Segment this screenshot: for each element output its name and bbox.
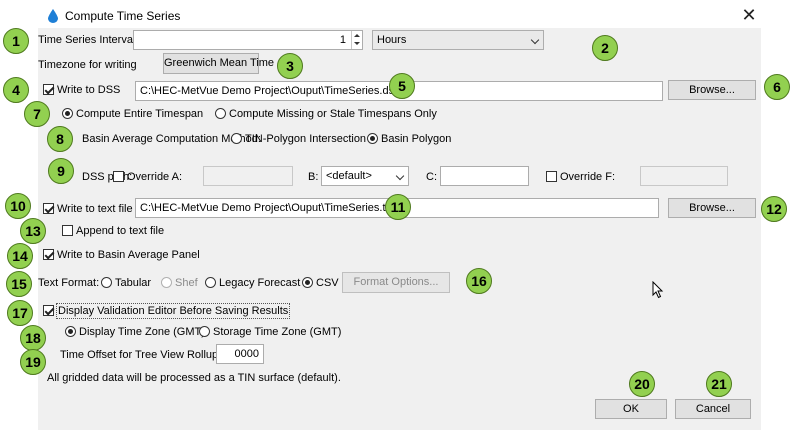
- annotation-badge: 4: [3, 77, 29, 103]
- tin-note: All gridded data will be processed as a …: [47, 372, 341, 384]
- annotation-badge: 5: [389, 73, 415, 99]
- override-f-input[interactable]: [640, 166, 728, 186]
- mouse-cursor-icon: [652, 281, 664, 299]
- b-part-text: <default>: [326, 170, 372, 182]
- write-text-label: Write to text file: [57, 203, 133, 215]
- dss-path-label: DSS path:: [82, 171, 133, 183]
- annotation-badge: 13: [20, 218, 46, 244]
- format-shef-label: Shef: [175, 277, 198, 289]
- format-legacy-radio[interactable]: [205, 277, 216, 288]
- dss-browse-button[interactable]: Browse...: [668, 80, 756, 100]
- append-text-checkbox[interactable]: [62, 225, 73, 236]
- tin-polygon-radio[interactable]: [231, 133, 242, 144]
- annotation-badge: 12: [761, 196, 787, 222]
- text-format-label: Text Format:: [38, 277, 100, 289]
- offset-label: Time Offset for Tree View Rollup:: [60, 349, 222, 361]
- annotation-badge: 19: [20, 349, 46, 375]
- annotation-badge: 16: [466, 268, 492, 294]
- interval-value-text: 1: [339, 34, 346, 46]
- ok-button[interactable]: OK: [595, 399, 667, 419]
- annotation-badge: 18: [20, 325, 46, 351]
- annotation-badge: 11: [385, 194, 411, 220]
- water-drop-icon: [48, 9, 58, 23]
- close-icon[interactable]: ✕: [738, 5, 760, 25]
- annotation-badge: 10: [5, 193, 31, 219]
- cancel-button[interactable]: Cancel: [675, 399, 751, 419]
- display-tz-label: Display Time Zone (GMT): [79, 326, 205, 338]
- annotation-badge: 8: [47, 126, 73, 152]
- annotation-badge: 14: [7, 243, 33, 269]
- timezone-button[interactable]: Greenwich Mean Time: [163, 53, 274, 74]
- override-a-checkbox[interactable]: [113, 171, 124, 182]
- basin-panel-label: Write to Basin Average Panel: [57, 249, 200, 261]
- timezone-label: Timezone for writing: [38, 59, 137, 71]
- window-title: Compute Time Series: [65, 9, 181, 23]
- annotation-badge: 15: [6, 271, 32, 297]
- override-f-label: Override F:: [560, 171, 616, 183]
- offset-input[interactable]: 0000: [216, 344, 264, 364]
- interval-label: Time Series Interval:: [38, 34, 139, 46]
- text-browse-button[interactable]: Browse...: [668, 198, 756, 218]
- interval-unit-text: Hours: [377, 34, 407, 46]
- format-csv-label: CSV: [316, 277, 339, 289]
- c-label: C:: [426, 171, 437, 183]
- basin-polygon-label: Basin Polygon: [381, 133, 452, 145]
- write-dss-label: Write to DSS: [57, 84, 121, 96]
- storage-tz-label: Storage Time Zone (GMT): [213, 326, 342, 338]
- c-part-input[interactable]: [440, 166, 529, 186]
- annotation-badge: 3: [277, 53, 303, 79]
- validation-label: Display Validation Editor Before Saving …: [56, 303, 291, 319]
- compute-entire-label: Compute Entire Timespan: [76, 108, 204, 120]
- storage-tz-radio[interactable]: [199, 326, 210, 337]
- override-a-input[interactable]: [203, 166, 293, 186]
- compute-entire-radio[interactable]: [62, 108, 73, 119]
- b-part-select[interactable]: <default>: [321, 166, 409, 186]
- chevron-down-icon: [530, 35, 540, 45]
- compute-missing-radio[interactable]: [215, 108, 226, 119]
- override-a-label: Override A:: [127, 171, 183, 183]
- annotation-badge: 9: [48, 158, 74, 184]
- annotation-badge: 17: [7, 300, 33, 326]
- validation-checkbox[interactable]: [43, 305, 54, 316]
- interval-unit-select[interactable]: Hours: [372, 30, 544, 50]
- format-tabular-radio[interactable]: [101, 277, 112, 288]
- annotation-badge: 2: [592, 35, 618, 61]
- compute-missing-label: Compute Missing or Stale Timespans Only: [229, 108, 437, 120]
- format-csv-radio[interactable]: [302, 277, 313, 288]
- append-text-label: Append to text file: [76, 225, 165, 237]
- format-legacy-label: Legacy Forecast: [219, 277, 301, 289]
- annotation-badge: 1: [3, 28, 29, 54]
- chevron-down-icon: [395, 171, 405, 181]
- format-tabular-label: Tabular: [115, 277, 152, 289]
- basin-panel-checkbox[interactable]: [43, 249, 54, 260]
- basin-polygon-radio[interactable]: [367, 133, 378, 144]
- tin-polygon-label: TIN-Polygon Intersection: [245, 133, 367, 145]
- write-dss-checkbox[interactable]: [43, 84, 54, 95]
- interval-spinner-icon[interactable]: [351, 31, 362, 49]
- write-text-checkbox[interactable]: [43, 203, 54, 214]
- override-f-checkbox[interactable]: [546, 171, 557, 182]
- annotation-badge: 21: [706, 371, 732, 397]
- format-options-button[interactable]: Format Options...: [342, 272, 450, 293]
- b-label: B:: [308, 171, 319, 183]
- interval-value-input[interactable]: 1: [133, 30, 363, 50]
- display-tz-radio[interactable]: [65, 326, 76, 337]
- annotation-badge: 6: [764, 74, 790, 100]
- annotation-badge: 7: [24, 101, 50, 127]
- format-shef-radio[interactable]: [161, 277, 172, 288]
- annotation-badge: 20: [629, 371, 655, 397]
